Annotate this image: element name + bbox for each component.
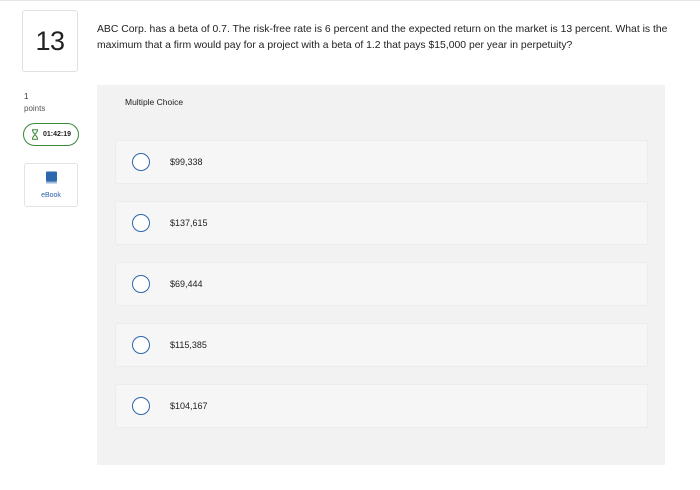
choice-option[interactable]: $104,167 bbox=[115, 384, 648, 428]
radio-button[interactable] bbox=[132, 397, 150, 415]
choice-label: $69,444 bbox=[170, 279, 203, 289]
hourglass-icon bbox=[31, 129, 39, 140]
top-divider bbox=[0, 0, 700, 1]
question-number: 13 bbox=[22, 10, 78, 72]
radio-button[interactable] bbox=[132, 336, 150, 354]
multiple-choice-panel: Multiple Choice $99,338 $137,615 $69,444… bbox=[97, 85, 665, 465]
choice-option[interactable]: $137,615 bbox=[115, 201, 648, 245]
choice-label: $137,615 bbox=[170, 218, 208, 228]
radio-button[interactable] bbox=[132, 275, 150, 293]
question-number-text: 13 bbox=[35, 25, 65, 56]
points-label: points bbox=[24, 104, 46, 113]
book-icon bbox=[45, 171, 58, 189]
choice-option[interactable]: $115,385 bbox=[115, 323, 648, 367]
question-text: ABC Corp. has a beta of 0.7. The risk-fr… bbox=[97, 24, 668, 51]
choice-label: $104,167 bbox=[170, 401, 208, 411]
multiple-choice-header: Multiple Choice bbox=[125, 97, 184, 107]
timer-badge[interactable]: 01:42:19 bbox=[23, 123, 79, 146]
choice-label: $115,385 bbox=[170, 340, 207, 350]
radio-button[interactable] bbox=[132, 214, 150, 232]
ebook-button[interactable]: eBook bbox=[24, 163, 78, 207]
ebook-label: eBook bbox=[41, 192, 61, 199]
choice-option[interactable]: $99,338 bbox=[115, 140, 648, 184]
radio-button[interactable] bbox=[132, 153, 150, 171]
points-value: 1 bbox=[24, 92, 29, 101]
timer-text: 01:42:19 bbox=[42, 131, 72, 138]
choice-label: $99,338 bbox=[170, 157, 203, 167]
choice-option[interactable]: $69,444 bbox=[115, 262, 648, 306]
